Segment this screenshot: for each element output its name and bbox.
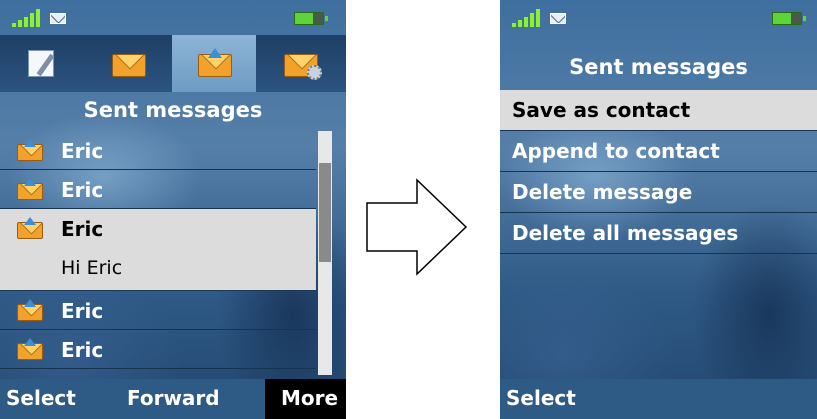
envelope-icon — [112, 50, 146, 77]
tab-inbox[interactable] — [86, 35, 170, 92]
sent-message-icon — [17, 217, 43, 239]
sent-message-icon — [17, 338, 43, 360]
tab-message-settings[interactable] — [258, 35, 342, 92]
tab-sent[interactable] — [172, 35, 256, 92]
options-menu: Save as contact Append to contact Delete… — [500, 90, 817, 254]
new-message-icon — [50, 13, 66, 24]
more-softkey[interactable]: More — [281, 386, 338, 410]
status-bar — [0, 0, 346, 35]
note-edit-icon — [26, 50, 60, 77]
sent-message-icon — [17, 178, 43, 200]
forward-softkey[interactable]: Forward — [127, 386, 220, 410]
page-title: Sent messages — [569, 55, 748, 79]
menu-item-delete-message[interactable]: Delete message — [500, 172, 817, 213]
menu-item-append-to-contact[interactable]: Append to contact — [500, 131, 817, 172]
options-menu-screen: Sent messages Save as contact Append to … — [500, 0, 817, 419]
message-recipient: Eric — [61, 178, 104, 202]
page-title: Sent messages — [83, 98, 263, 122]
settings-envelope-icon — [284, 50, 322, 80]
message-recipient: Eric — [61, 217, 104, 241]
message-list: Eric Eric Eric Hi Eric Eric Eric — [0, 131, 316, 369]
message-tabs — [0, 35, 346, 92]
sent-envelope-icon — [198, 48, 232, 77]
transition-arrow-icon — [366, 178, 468, 276]
sent-message-icon — [17, 139, 43, 161]
message-list-screen: Sent messages Eric Eric Eric Hi Eric Eri… — [0, 0, 346, 419]
menu-item-delete-all-messages[interactable]: Delete all messages — [500, 213, 817, 254]
status-bar — [500, 0, 817, 35]
message-preview: Hi Eric — [61, 257, 123, 279]
message-recipient: Eric — [61, 299, 104, 323]
message-row[interactable]: Eric — [0, 170, 316, 209]
menu-item-save-as-contact[interactable]: Save as contact — [500, 90, 817, 131]
softkey-bar: Select — [500, 379, 817, 419]
message-row[interactable]: Eric — [0, 291, 316, 330]
battery-icon — [772, 12, 806, 25]
select-softkey[interactable]: Select — [506, 386, 576, 410]
message-recipient: Eric — [61, 338, 104, 362]
signal-strength-icon — [12, 9, 44, 27]
battery-icon — [294, 12, 328, 25]
select-softkey[interactable]: Select — [6, 386, 76, 410]
tab-write-message[interactable] — [0, 35, 84, 92]
sent-message-icon — [17, 299, 43, 321]
message-row[interactable]: Eric — [0, 131, 316, 170]
message-recipient: Eric — [61, 139, 104, 163]
scrollbar-thumb[interactable] — [319, 163, 331, 262]
new-message-icon — [550, 13, 566, 24]
message-row[interactable]: Eric — [0, 330, 316, 369]
message-row-selected[interactable]: Eric Hi Eric — [0, 209, 316, 291]
signal-strength-icon — [512, 9, 544, 27]
scrollbar[interactable] — [318, 131, 332, 375]
softkey-bar: Select Forward More — [0, 379, 346, 419]
